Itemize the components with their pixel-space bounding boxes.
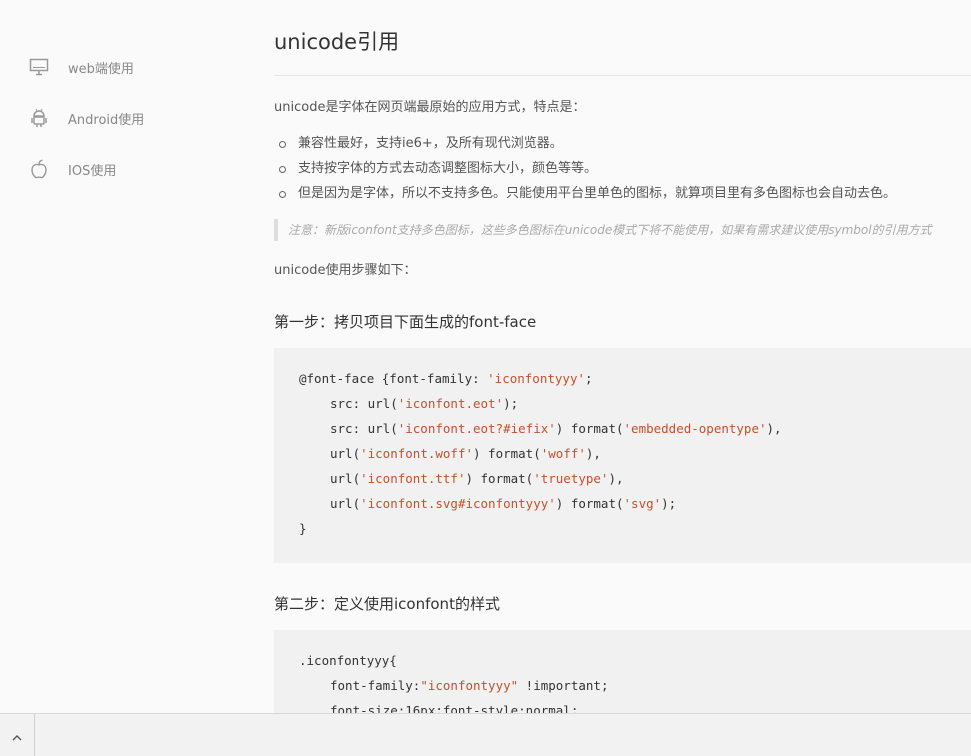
sidebar-item-label: IOS使用 xyxy=(68,163,117,179)
chevron-up-icon xyxy=(12,726,22,745)
intro-paragraph: unicode是字体在网页端最原始的应用方式，特点是： xyxy=(274,100,586,115)
code-line: font-size:16px;font-style:normal; xyxy=(330,703,579,713)
feature-list: 兼容性最好，支持ie6+，及所有现代浏览器。 支持按字体的方式去动态调整图标大小… xyxy=(274,135,896,210)
sidebar-item-android[interactable]: Android使用 xyxy=(28,103,144,133)
code-line: } xyxy=(299,521,307,536)
code-line: .iconfontyyy{ xyxy=(299,653,397,668)
collapse-toggle-button[interactable] xyxy=(0,714,35,756)
title-divider xyxy=(274,75,971,76)
code-line: font-family:"iconfontyyy" !important; xyxy=(330,678,609,693)
step1-code-block: @font-face {font-family: 'iconfontyyy'; … xyxy=(274,348,971,563)
steps-intro: unicode使用步骤如下： xyxy=(274,263,417,278)
code-line: src: url('iconfont.eot'); xyxy=(330,396,519,411)
step2-code-block: .iconfontyyy{ font-family:"iconfontyyy" … xyxy=(274,630,971,713)
sidebar-item-web[interactable]: web端使用 xyxy=(28,52,134,82)
list-item: 兼容性最好，支持ie6+，及所有现代浏览器。 xyxy=(274,135,896,160)
main-content: unicode引用 unicode是字体在网页端最原始的应用方式，特点是： 兼容… xyxy=(274,0,971,713)
bottom-bar xyxy=(0,713,971,756)
code-line: url('iconfont.svg#iconfontyyy') format('… xyxy=(330,496,677,511)
step2-heading: 第二步：定义使用iconfont的样式 xyxy=(274,595,500,613)
step1-heading: 第一步：拷贝项目下面生成的font-face xyxy=(274,313,537,331)
sidebar-item-ios[interactable]: IOS使用 xyxy=(28,154,116,184)
code-line: src: url('iconfont.eot?#iefix') format('… xyxy=(330,421,782,436)
list-item: 但是因为是字体，所以不支持多色。只能使用平台里单色的图标，就算项目里有多色图标也… xyxy=(274,185,896,210)
apple-icon xyxy=(28,158,50,180)
code-line: url('iconfont.ttf') format('truetype'), xyxy=(330,471,624,486)
sidebar-item-label: Android使用 xyxy=(68,112,145,128)
sidebar-item-label: web端使用 xyxy=(68,61,134,77)
list-item: 支持按字体的方式去动态调整图标大小，颜色等等。 xyxy=(274,160,896,185)
monitor-icon xyxy=(28,56,50,78)
code-line: url('iconfont.woff') format('woff'), xyxy=(330,446,601,461)
android-icon xyxy=(28,107,50,129)
sidebar: web端使用 Android使用 IOS使用 xyxy=(0,0,250,713)
code-line: @font-face {font-family: 'iconfontyyy'; xyxy=(299,371,593,386)
note-blockquote: 注意：新版iconfont支持多色图标，这些多色图标在unicode模式下将不能… xyxy=(274,219,971,241)
page-title: unicode引用 xyxy=(274,30,400,54)
